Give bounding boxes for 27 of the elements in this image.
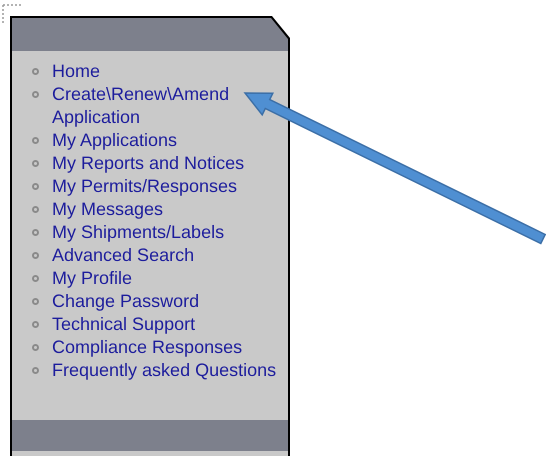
bullet-icon: [32, 275, 39, 282]
bullet-icon: [32, 298, 39, 305]
bullet-icon: [32, 160, 39, 167]
bullet-icon: [32, 367, 39, 374]
bullet-icon: [32, 321, 39, 328]
menu-link[interactable]: My Applications: [52, 129, 277, 152]
bullet-icon: [32, 68, 39, 75]
menu-link[interactable]: My Profile: [52, 267, 277, 290]
menu-link[interactable]: Home: [52, 60, 277, 83]
menu-link[interactable]: My Reports and Notices: [52, 152, 277, 175]
bullet-icon: [32, 206, 39, 213]
menu-link[interactable]: My Messages: [52, 198, 277, 221]
dotted-corner-icon: [2, 4, 22, 26]
menu-link[interactable]: Create\Renew\Amend Application: [52, 83, 277, 129]
menu-link[interactable]: Change Password: [52, 290, 277, 313]
menu-link[interactable]: My Permits/Responses: [52, 175, 277, 198]
bullet-icon: [32, 183, 39, 190]
menu-link[interactable]: Technical Support: [52, 313, 277, 336]
bullet-icon: [32, 137, 39, 144]
menu-link[interactable]: My Shipments/Labels: [52, 221, 277, 244]
bullet-icon: [32, 344, 39, 351]
menu-link[interactable]: Advanced Search: [52, 244, 277, 267]
bullet-icon: [32, 229, 39, 236]
menu-link[interactable]: Compliance Responses: [52, 336, 277, 359]
menu-link[interactable]: Frequently asked Questions: [52, 359, 277, 382]
bullet-icon: [32, 252, 39, 259]
bullet-icon: [32, 91, 39, 98]
